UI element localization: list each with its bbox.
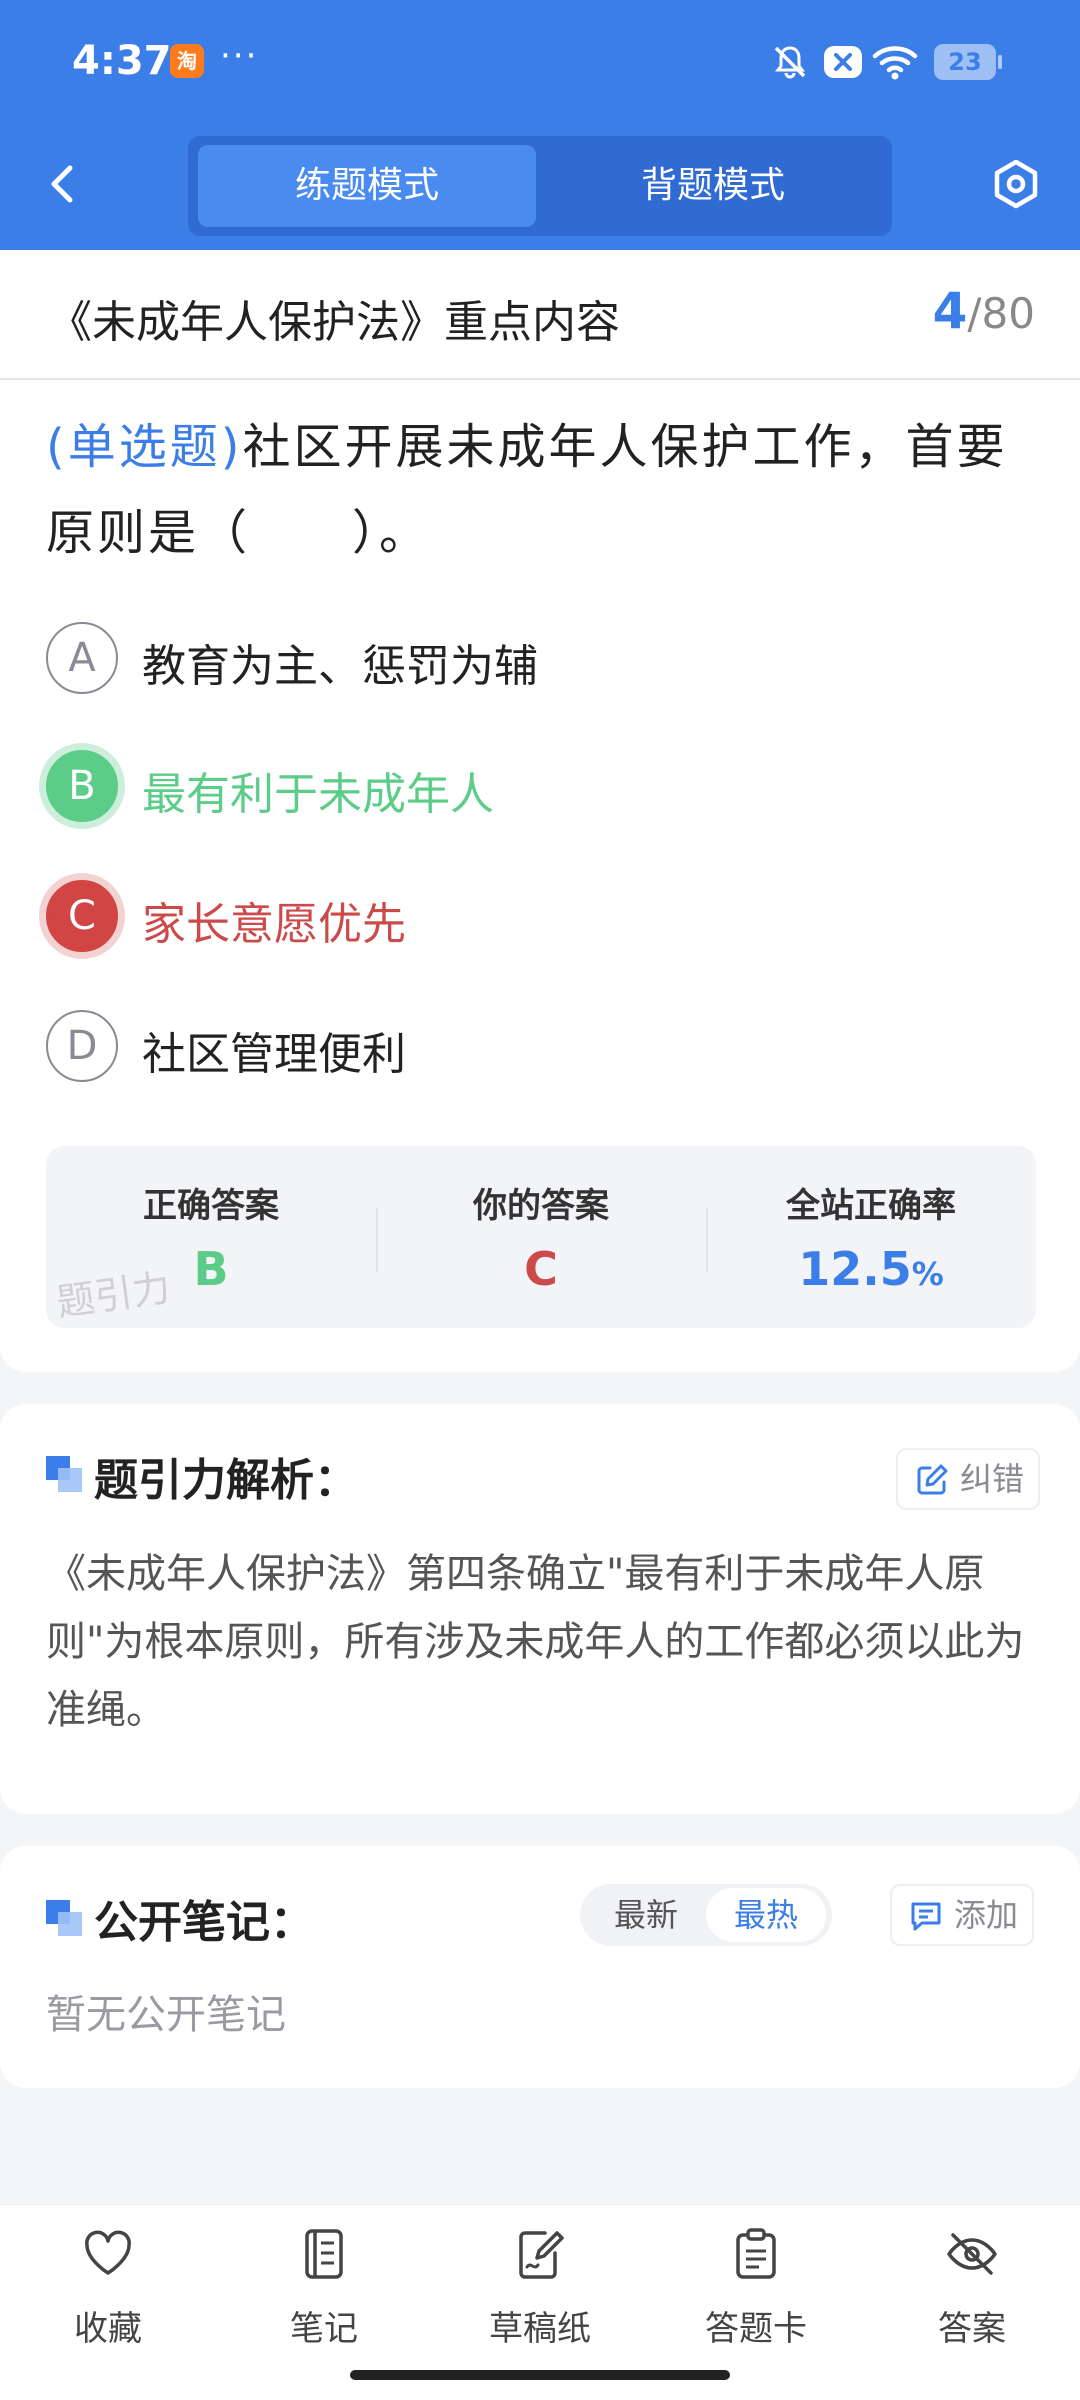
home-indicator[interactable]	[350, 2370, 730, 2380]
question-stem: (单选题)社区开展未成年人保护工作，首要原则是（ ）。	[46, 404, 1046, 576]
question-counter: 4/80	[933, 282, 1035, 340]
sort-hot-option[interactable]: 最热	[706, 1888, 826, 1942]
more-notifications-icon: ···	[220, 36, 259, 76]
accuracy-rate-value: 12.5%	[706, 1242, 1036, 1296]
section-squares-icon	[46, 1456, 82, 1492]
option-b-text: 最有利于未成年人	[142, 769, 494, 820]
total-question-count: 80	[981, 289, 1035, 338]
tab-favorite-label: 收藏	[74, 2309, 142, 2349]
add-note-button[interactable]: 添加	[890, 1884, 1035, 1946]
your-answer-column: 你的答案 C	[376, 1146, 706, 1328]
public-notes-card: 公开笔记： 最新 最热 添加 暂无公开笔记	[0, 1846, 1080, 2088]
wifi-icon	[872, 46, 918, 80]
analysis-title: 题引力解析：	[94, 1455, 358, 1506]
edit-pencil-icon	[917, 1464, 948, 1495]
option-d-letter: D	[46, 1010, 118, 1082]
mute-bell-icon	[774, 46, 806, 79]
public-notes-title: 公开笔记：	[94, 1897, 314, 1948]
accuracy-rate-number: 12.5	[798, 1242, 912, 1296]
accuracy-rate-label: 全站正确率	[786, 1186, 956, 1226]
tab-scratch-paper-label: 草稿纸	[489, 2309, 591, 2349]
status-time: 4:37	[72, 38, 172, 84]
clipboard-icon	[736, 2228, 776, 2279]
scratch-paper-icon	[519, 2231, 564, 2279]
heart-icon	[85, 2230, 131, 2275]
option-c-text: 家长意愿优先	[142, 899, 406, 950]
eye-hidden-icon	[947, 2233, 997, 2275]
accuracy-rate-column: 全站正确率 12.5%	[706, 1146, 1036, 1328]
tab-practice-mode[interactable]: 练题模式	[198, 145, 536, 227]
tab-answer-card-label: 答题卡	[705, 2309, 807, 2349]
comment-icon	[911, 1902, 941, 1931]
sort-latest-option[interactable]: 最新	[586, 1888, 706, 1942]
tab-show-answer-label: 答案	[938, 2309, 1006, 2349]
tab-notes[interactable]: 笔记	[234, 2227, 414, 2357]
accuracy-rate-unit: %	[911, 1255, 944, 1293]
empty-notes-text: 暂无公开笔记	[46, 1992, 286, 2038]
chapter-title-bar: 《未成年人保护法》重点内容 4/80	[0, 250, 1080, 380]
question-type: (单选题)	[46, 419, 243, 475]
section-squares-icon	[46, 1900, 82, 1936]
analysis-card: 题引力解析： 纠错 《未成年人保护法》第四条确立"最有利于未成年人原则"为根本原…	[0, 1404, 1080, 1814]
mode-switch: 练题模式 背题模式	[188, 136, 892, 236]
taobao-notification-icon: 淘	[170, 44, 204, 78]
notebook-icon	[305, 2229, 343, 2279]
tab-memorize-mode[interactable]: 背题模式	[544, 145, 882, 227]
counter-separator: /	[967, 289, 982, 338]
no-sim-icon	[824, 46, 862, 78]
analysis-text: 《未成年人保护法》第四条确立"最有利于未成年人原则"为根本原则，所有涉及未成年人…	[46, 1551, 1025, 1733]
question-card: (单选题)社区开展未成年人保护工作，首要原则是（ ）。 A 教育为主、惩罚为辅 …	[0, 380, 1080, 1372]
option-c-letter: C	[46, 880, 118, 952]
back-arrow-icon[interactable]	[40, 160, 88, 208]
your-answer-label: 你的答案	[473, 1186, 609, 1226]
battery-indicator: 23	[934, 44, 1002, 80]
tab-favorite[interactable]: 收藏	[18, 2227, 198, 2357]
option-b-letter: B	[46, 750, 118, 822]
report-error-button[interactable]: 纠错	[896, 1448, 1041, 1510]
chapter-title: 《未成年人保护法》重点内容	[48, 297, 620, 348]
add-note-label: 添加	[954, 1896, 1019, 1934]
settings-gear-icon[interactable]	[990, 158, 1042, 210]
option-a-letter: A	[46, 622, 118, 694]
report-error-label: 纠错	[960, 1460, 1025, 1498]
tab-scratch-paper[interactable]: 草稿纸	[450, 2227, 630, 2357]
option-a-text: 教育为主、惩罚为辅	[142, 641, 538, 692]
tab-show-answer[interactable]: 答案	[882, 2227, 1062, 2357]
correct-answer-label: 正确答案	[143, 1186, 279, 1226]
status-bar: 4:37 淘 ··· 23	[0, 0, 1080, 125]
tab-notes-label: 笔记	[290, 2309, 358, 2349]
notes-sort-toggle: 最新 最热	[580, 1884, 832, 1946]
option-d-text: 社区管理便利	[142, 1029, 406, 1080]
current-question-number: 4	[932, 282, 968, 340]
app-header: 4:37 淘 ··· 23 练题模式 背题模式	[0, 0, 1080, 250]
answer-summary: 正确答案 B 你的答案 C 全站正确率 12.5% 题引力	[46, 1146, 1036, 1328]
tab-answer-card[interactable]: 答题卡	[666, 2227, 846, 2357]
your-answer-value: C	[524, 1242, 558, 1296]
